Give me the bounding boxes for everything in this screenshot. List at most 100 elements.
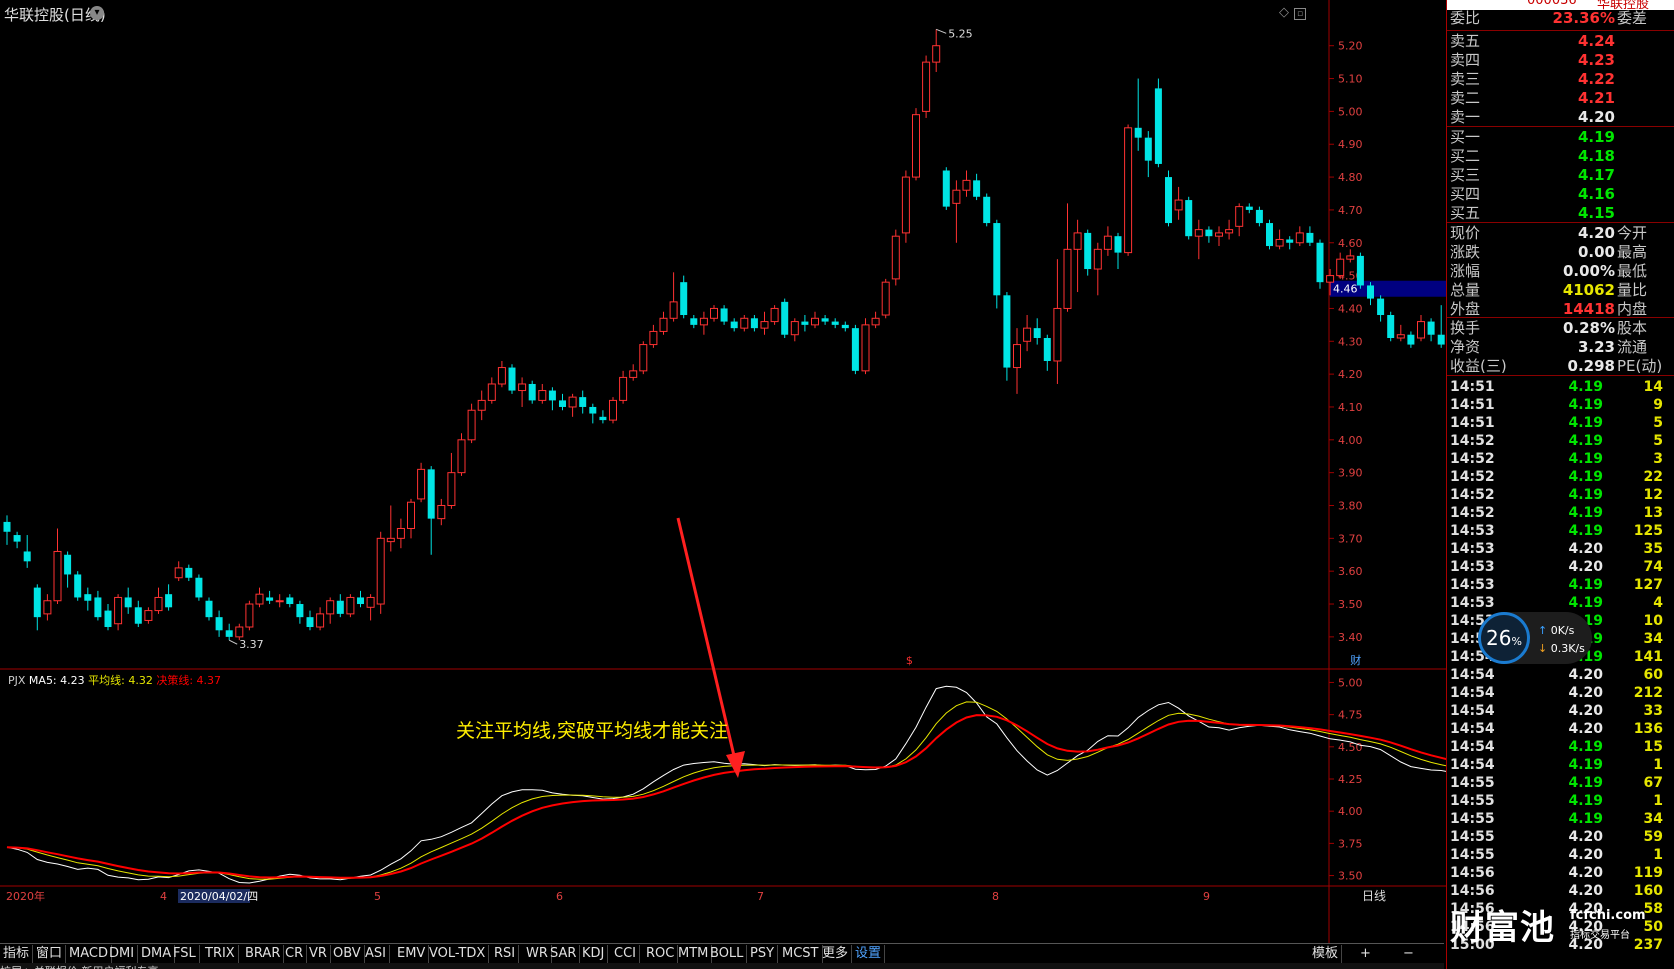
candle-body (760, 321, 769, 329)
candle-body (104, 610, 112, 628)
indicator-tab[interactable]: 设置 (852, 945, 886, 963)
indicator-axis-label: 4.75 (1338, 709, 1363, 722)
nav-prev-button[interactable]: + (1357, 945, 1374, 963)
candle-body (1205, 229, 1213, 237)
candlestick-chart[interactable]: 5.20 5.10 5.00 4.90 4.80 4.70 4.60 4.50 4.40 4.30… (0, 0, 1446, 943)
tick-volume: 1 (1653, 757, 1663, 773)
indicator-tab[interactable]: FSL (170, 945, 200, 963)
candle-body (609, 399, 617, 421)
candle-body (599, 416, 607, 421)
row-value: 4.15 (1577, 204, 1615, 222)
indicator-tab[interactable]: OBV (330, 945, 365, 963)
price-axis-label: 5.10 (1338, 73, 1363, 86)
indicator-tab[interactable]: DMI (106, 945, 139, 963)
net-speed-widget[interactable]: 26% ↑ 0K/s ↓ 0.3K/s (1478, 612, 1592, 664)
indicator-tab[interactable]: 更多 (819, 945, 853, 963)
indicator-tab[interactable]: RSI (491, 945, 520, 963)
candle-body (750, 318, 758, 329)
candle-body (1134, 127, 1142, 138)
candle-body (346, 596, 355, 615)
stat-row: 总量 41062 量比 (1447, 281, 1674, 300)
candle-body (1336, 258, 1345, 277)
candle-body (912, 114, 920, 178)
tick-volume: 33 (1643, 703, 1663, 719)
candle-body (851, 328, 859, 371)
strip-item[interactable]: 新用户福利专享 (81, 965, 158, 969)
row-label: 卖二 (1450, 89, 1481, 107)
price-axis-label: 5.20 (1338, 40, 1363, 53)
tick-volume: 67 (1643, 775, 1663, 791)
annotation-note: 关注平均线,突破平均线才能关注 (456, 720, 729, 742)
tick-row: 14:53 4.20 35 (1447, 540, 1674, 558)
tick-time: 14:53 (1450, 523, 1495, 539)
candle-body (386, 537, 395, 543)
tick-price: 4.19 (1568, 487, 1603, 503)
candle-body (1396, 334, 1405, 339)
tick-time: 14:54 (1450, 721, 1495, 737)
candle-body (134, 607, 142, 624)
row-label: 现价 (1450, 224, 1481, 242)
indicator-tab[interactable]: BRAR (242, 945, 285, 963)
bid-row: 买三 4.17 (1447, 166, 1674, 185)
nav-next-button[interactable]: − (1400, 945, 1417, 963)
candle-body (1063, 248, 1072, 309)
indicator-tab[interactable]: 指标 (0, 945, 34, 963)
tick-row: 14:52 4.19 12 (1447, 486, 1674, 504)
row-value: 4.22 (1577, 70, 1615, 88)
candle-body (245, 603, 254, 628)
ask-row: 卖二 4.21 (1447, 89, 1674, 108)
candle-body (1367, 285, 1374, 299)
stat-row: 净资 3.23 流通 (1447, 338, 1674, 357)
indicator-tab[interactable]: 窗口 (33, 945, 67, 963)
row-extra-label: 今开 (1617, 224, 1648, 242)
row-value: 4.23 (1577, 51, 1615, 69)
indicator-tab[interactable]: VOL-TDX (426, 945, 490, 963)
arrow-head (726, 751, 745, 778)
divider (1447, 126, 1674, 127)
candle-body (1053, 307, 1062, 362)
divider (1447, 375, 1674, 376)
indicator-tab[interactable]: SAR (547, 945, 581, 963)
indicator-tab[interactable]: PSY (747, 945, 779, 963)
candle-body (932, 45, 941, 63)
current-price-label: 4.46 (1333, 283, 1358, 296)
tick-volume: 12 (1643, 487, 1663, 503)
tick-time: 14:56 (1450, 865, 1495, 881)
row-label: 卖四 (1450, 51, 1481, 69)
indicator-tab[interactable]: ROC (643, 945, 679, 963)
strip-item[interactable]: 扩展△ (0, 965, 34, 969)
x-axis-label: 8 (992, 890, 999, 903)
tick-volume: 4 (1653, 595, 1663, 611)
row-extra-label: 最低 (1617, 262, 1648, 280)
x-axis-label: 9 (1203, 890, 1210, 903)
event-marker: $ (906, 654, 913, 667)
price-axis-label: 5.00 (1338, 105, 1363, 118)
indicator-tab[interactable]: KDJ (579, 945, 609, 963)
strip-item[interactable]: 关联报价 (34, 965, 82, 969)
indicator-tab[interactable]: CR (282, 945, 308, 963)
indicator-tab[interactable]: TRIX (202, 945, 239, 963)
row-value: 4.21 (1577, 89, 1615, 107)
tick-volume: 212 (1633, 685, 1663, 701)
candle-body (861, 324, 870, 372)
candle-body (1043, 338, 1051, 361)
candle-body (680, 282, 688, 316)
indicator-tab[interactable]: EMV (394, 945, 430, 963)
indicator-tab[interactable]: CCI (611, 945, 640, 963)
tick-price: 4.20 (1568, 847, 1603, 863)
candle-body (1407, 334, 1415, 345)
tick-row: 14:52 4.19 5 (1447, 432, 1674, 450)
candle-body (1286, 239, 1294, 243)
candle-body (497, 367, 506, 385)
tick-time: 14:56 (1450, 883, 1495, 899)
indicator-tab[interactable]: ASI (362, 945, 390, 963)
tick-volume: 74 (1643, 559, 1663, 575)
tick-row: 14:51 4.19 9 (1447, 396, 1674, 414)
tick-volume: 14 (1643, 379, 1663, 395)
indicator-tab[interactable]: VR (306, 945, 331, 963)
indicator-tab[interactable]: MCST (779, 945, 823, 963)
x-axis-label: 6 (556, 890, 563, 903)
indicator-tab[interactable]: BOLL (707, 945, 748, 963)
template-button[interactable]: 模板 (1309, 945, 1343, 963)
candle-body (548, 390, 556, 401)
